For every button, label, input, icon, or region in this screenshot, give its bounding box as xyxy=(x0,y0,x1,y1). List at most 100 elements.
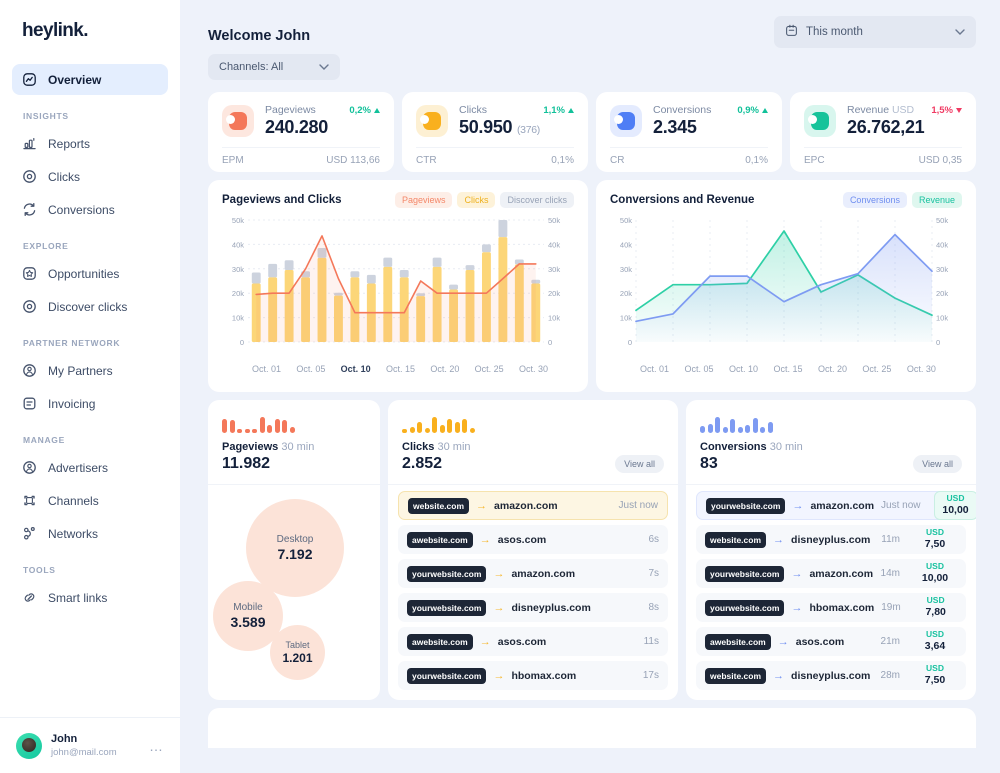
spark-bar xyxy=(439,425,445,433)
amount-value: 3,64 xyxy=(924,640,946,653)
page-header: Welcome John Channels: All This month xyxy=(196,16,976,80)
sidebar-item-channels[interactable]: Channels xyxy=(12,485,168,516)
sidebar-item-advertisers[interactable]: Advertisers xyxy=(12,452,168,483)
x-tick: Oct. 15 xyxy=(773,364,803,374)
sidebar-item-conversions[interactable]: Conversions xyxy=(12,194,168,225)
user-profile[interactable]: John john@mail.com … xyxy=(0,717,180,773)
x-tick: Oct. 05 xyxy=(684,364,714,374)
amount-value: 7,50 xyxy=(924,674,946,687)
arrow-right-icon: → xyxy=(773,669,785,682)
list-item[interactable]: yourwebsite.com → amazon.com Just now USD 10,… xyxy=(696,491,976,520)
spark-bar xyxy=(767,422,773,433)
charts-row: Pageviews and Clicks Pageviews Clicks Di… xyxy=(208,180,976,392)
list-item[interactable]: awebsite.com → asos.com 6s xyxy=(398,525,668,554)
arrow-right-icon: → xyxy=(476,499,488,512)
arrow-right-icon: → xyxy=(777,635,789,648)
amount-badge: USD 3,64 xyxy=(913,628,957,655)
amount-badge: USD 10,00 xyxy=(933,491,976,520)
clicks-view-all-button[interactable]: View all xyxy=(615,455,664,473)
spark-bar xyxy=(222,419,227,433)
area-chart: 0 0 10k 10k 20k 20k 30k 30k 40k 40k 50k 50k xyxy=(610,212,962,362)
clicks-card-period: 30 min xyxy=(437,441,471,453)
revenue-icon xyxy=(804,105,836,137)
spark-bar xyxy=(469,428,475,433)
avatar xyxy=(16,732,42,759)
spark-bar xyxy=(752,418,758,433)
svg-text:10k: 10k xyxy=(232,314,244,323)
sidebar-item-label: Networks xyxy=(48,526,99,541)
kpi-label: Conversions xyxy=(653,104,712,116)
sidebar-item-networks[interactable]: Networks xyxy=(12,518,168,549)
legend-discover-clicks[interactable]: Discover clicks xyxy=(500,192,574,208)
kpi-foot-label: CR xyxy=(610,155,625,166)
pageviews-live-card: Pageviews 30 min 11.982 Desktop 7.192 Mobi… xyxy=(208,400,380,700)
sidebar-item-opportunities[interactable]: Opportunities xyxy=(12,258,168,289)
list-item[interactable]: yourwebsite.com → amazon.com 14m USD 10,00 xyxy=(696,559,966,588)
channels-select[interactable]: Channels: All xyxy=(208,54,340,80)
conversions-card-value: 83 xyxy=(700,455,718,472)
kpi-foot-label: CTR xyxy=(416,155,437,166)
my-partners-icon xyxy=(22,363,37,378)
x-tick: Oct. 10 xyxy=(728,364,758,374)
clicks-card-value: 2.852 xyxy=(402,455,443,472)
networks-icon xyxy=(22,526,37,541)
spark-bar xyxy=(447,419,452,433)
legend-revenue[interactable]: Revenue xyxy=(911,192,962,208)
sidebar-item-invoicing[interactable]: Invoicing xyxy=(12,388,168,419)
sidebar-item-overview[interactable]: Overview xyxy=(12,64,168,95)
main-content: Welcome John Channels: All This month Pa… xyxy=(180,0,1000,773)
currency-label: USD xyxy=(926,663,944,674)
sidebar-item-discover-clicks[interactable]: Discover clicks xyxy=(12,291,168,322)
conversions-card-label: Conversions 30 min xyxy=(700,441,962,453)
legend-pageviews[interactable]: Pageviews xyxy=(394,192,453,208)
sidebar-item-smart-links[interactable]: Smart links xyxy=(12,582,168,613)
list-item[interactable]: yourwebsite.com → hbomax.com 19m USD 7,80 xyxy=(696,593,966,622)
sidebar-group-label: MANAGE xyxy=(23,435,65,445)
date-range-label: This month xyxy=(806,26,863,38)
x-tick: Oct. 20 xyxy=(430,364,460,374)
svg-text:0: 0 xyxy=(548,338,552,347)
list-item[interactable]: yourwebsite.com → amazon.com 7s xyxy=(398,559,668,588)
arrow-right-icon: → xyxy=(479,635,491,648)
bubble-value: 7.192 xyxy=(277,546,313,562)
spark-bar xyxy=(274,419,280,433)
list-item[interactable]: awebsite.com → asos.com 21m USD 3,64 xyxy=(696,627,966,656)
kpi-label: Pageviews xyxy=(265,104,316,116)
svg-text:40k: 40k xyxy=(232,240,244,249)
destination-domain: amazon.com xyxy=(810,499,875,512)
legend-clicks[interactable]: Clicks xyxy=(457,192,496,208)
destination-domain: disneyplus.com xyxy=(791,669,871,682)
user-menu-icon[interactable]: … xyxy=(149,738,164,754)
kpi-card-revenue: Revenue USD 1,5% 26.762,21 EPC USD 0,35 xyxy=(790,92,976,172)
conversions-live-card: Conversions 30 min 83 View all yourwebsi… xyxy=(686,400,976,700)
list-item[interactable]: awebsite.com → asos.com 11s xyxy=(398,627,668,656)
currency-label: USD xyxy=(926,595,945,606)
sidebar-item-reports[interactable]: Reports xyxy=(12,128,168,159)
bubble-value: 3.589 xyxy=(230,614,266,630)
source-domain-tag: yourwebsite.com xyxy=(705,565,785,582)
sidebar: heylink. Overview INSIGHTS Reports Clicks Co… xyxy=(0,0,180,773)
arrow-right-icon: → xyxy=(493,601,505,614)
list-item[interactable]: website.com → disneyplus.com 11m USD 7,50 xyxy=(696,525,966,554)
destination-domain: disneyplus.com xyxy=(791,533,871,546)
list-item[interactable]: yourwebsite.com → disneyplus.com 8s xyxy=(398,593,668,622)
bar-chart-xaxis: Oct. 01 Oct. 05 Oct. 10 Oct. 15 Oct. 20 Oct. … xyxy=(222,362,574,374)
relative-time: 19m xyxy=(881,602,901,613)
list-item[interactable]: website.com → amazon.com Just now xyxy=(398,491,668,520)
spark-bar xyxy=(267,425,272,433)
legend-conversions[interactable]: Conversions xyxy=(842,192,907,208)
list-item[interactable]: website.com → disneyplus.com 28m USD 7,50 xyxy=(696,661,966,690)
sidebar-item-clicks[interactable]: Clicks xyxy=(12,161,168,192)
list-item[interactable]: yourwebsite.com → hbomax.com 17s xyxy=(398,661,668,690)
date-range-select[interactable]: This month xyxy=(774,16,976,48)
amount-value: 7,80 xyxy=(925,606,946,619)
svg-text:40k: 40k xyxy=(936,240,948,249)
spark-bar xyxy=(700,426,705,433)
conversions-view-all-button[interactable]: View all xyxy=(913,455,962,473)
trend-up-icon xyxy=(568,107,574,113)
bar-chart: 0 0 10k 10k 20k 20k 30k 30k 40k 40k 50k 50k xyxy=(222,212,574,362)
kpi-foot-value: 0,1% xyxy=(745,155,768,166)
sidebar-item-my-partners[interactable]: My Partners xyxy=(12,355,168,386)
destination-domain: disneyplus.com xyxy=(511,601,591,614)
relative-time: 14m xyxy=(880,568,900,579)
